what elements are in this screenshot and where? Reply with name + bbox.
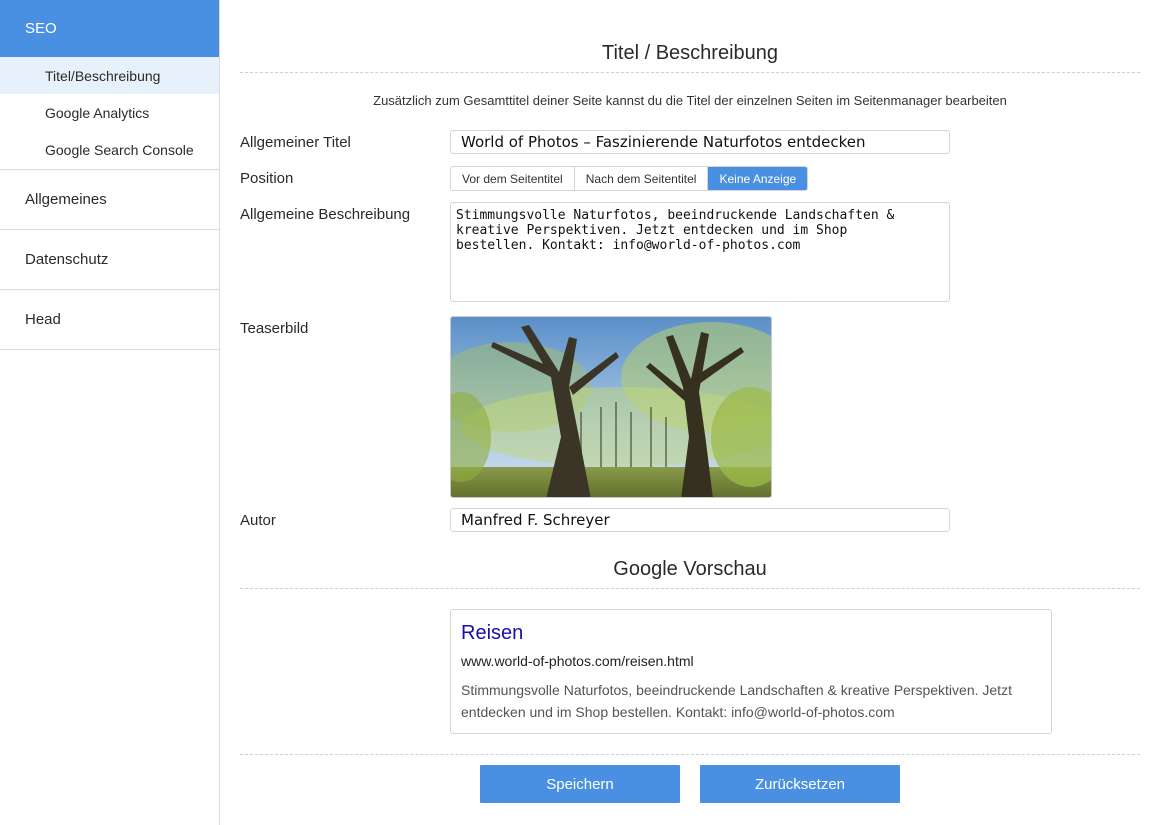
author-input[interactable]: Manfred F. Schreyer: [450, 508, 950, 532]
divider: [240, 72, 1140, 73]
sidebar-header-seo[interactable]: SEO: [0, 0, 219, 57]
google-preview-card: Reisen www.world-of-photos.com/reisen.ht…: [450, 609, 1052, 734]
sidebar: SEO Titel/Beschreibung Google Analytics …: [0, 0, 220, 825]
section-title-google-vorschau: Google Vorschau: [613, 558, 767, 580]
sidebar-item-allgemeines[interactable]: Allgemeines: [0, 170, 219, 230]
save-button[interactable]: Speichern: [480, 765, 680, 803]
google-preview-url: www.world-of-photos.com/reisen.html: [461, 653, 694, 669]
sidebar-seo-subitems: Titel/Beschreibung Google Analytics Goog…: [0, 57, 219, 170]
position-option-keine[interactable]: Keine Anzeige: [708, 167, 808, 190]
sidebar-item-head[interactable]: Head: [0, 290, 219, 350]
google-preview-description: Stimmungsvolle Naturfotos, beeindruckend…: [461, 682, 1012, 720]
google-preview-title: Reisen: [461, 622, 524, 644]
sidebar-item-google-search-console[interactable]: Google Search Console: [0, 131, 219, 168]
divider: [240, 754, 1140, 755]
sidebar-item-titel-beschreibung[interactable]: Titel/Beschreibung: [0, 57, 219, 94]
author-label: Autor: [240, 512, 276, 529]
hint-text: Zusätzlich zum Gesamttitel deiner Seite …: [373, 93, 1007, 108]
description-textarea[interactable]: Stimmungsvolle Naturfotos, beeindruckend…: [450, 202, 950, 302]
section-title-titel-beschreibung: Titel / Beschreibung: [601, 42, 778, 64]
teaser-image[interactable]: [450, 316, 772, 498]
position-segmented-control: Vor dem Seitentitel Nach dem Seitentitel…: [450, 166, 809, 191]
position-option-vor[interactable]: Vor dem Seitentitel: [451, 167, 575, 190]
description-label: Allgemeine Beschreibung: [240, 206, 411, 223]
title-label: Allgemeiner Titel: [240, 134, 351, 151]
title-input[interactable]: World of Photos – Faszinierende Naturfot…: [450, 130, 950, 154]
sidebar-item-google-analytics[interactable]: Google Analytics: [0, 94, 219, 131]
sidebar-item-datenschutz[interactable]: Datenschutz: [0, 230, 219, 290]
teaser-label: Teaserbild: [240, 320, 309, 337]
position-option-nach[interactable]: Nach dem Seitentitel: [574, 167, 709, 190]
position-label: Position: [240, 170, 294, 187]
reset-button[interactable]: Zurücksetzen: [700, 765, 900, 803]
divider: [240, 588, 1140, 589]
